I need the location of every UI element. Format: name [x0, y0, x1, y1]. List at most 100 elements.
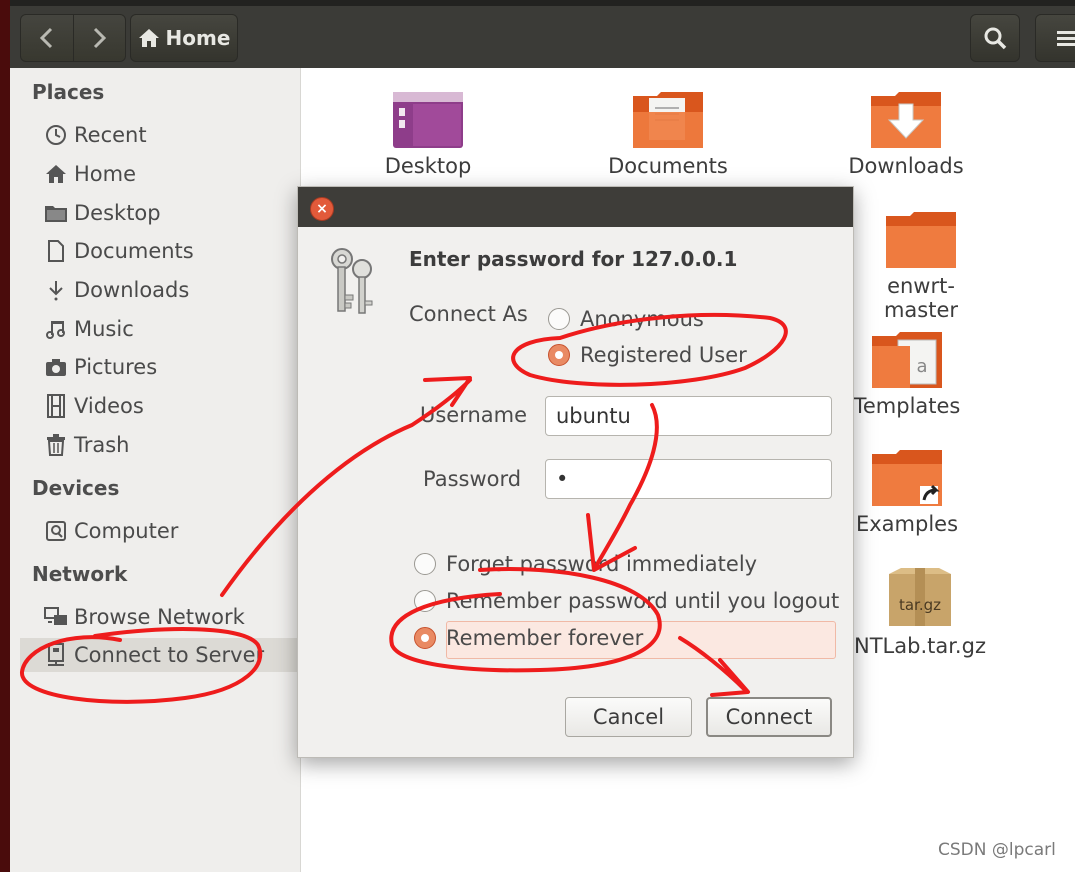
radio-remember-forever[interactable]: Remember forever [414, 626, 643, 650]
desktop-folder-icon [393, 92, 463, 148]
navigation-buttons [20, 14, 126, 62]
search-button[interactable] [970, 14, 1020, 62]
film-icon [44, 394, 68, 418]
username-value: ubuntu [556, 404, 631, 428]
search-icon [984, 27, 1007, 50]
window-frame-top [10, 0, 1075, 6]
radio-indicator [548, 344, 570, 366]
keys-icon [331, 248, 373, 314]
dialog-heading: Enter password for 127.0.0.1 [409, 247, 738, 271]
connect-as-label: Connect As [409, 302, 528, 326]
back-button[interactable] [21, 15, 73, 61]
sidebar-item-computer[interactable]: Computer [44, 514, 178, 548]
file-name: Desktop [384, 154, 472, 178]
sidebar-item-music[interactable]: Music [44, 312, 134, 346]
file-item-downloads[interactable]: Downloads [841, 90, 971, 178]
sidebar-item-trash[interactable]: Trash [44, 428, 130, 462]
file-name: Examples [855, 512, 959, 536]
sidebar-item-documents[interactable]: Documents [44, 234, 194, 268]
file-item-templates[interactable]: a Templates [849, 330, 965, 418]
file-item-desktop[interactable]: Desktop [366, 90, 490, 178]
computer-drive-icon [44, 519, 68, 543]
radio-label: Registered User [580, 343, 747, 367]
file-name: Downloads [848, 154, 964, 178]
music-note-icon [44, 317, 68, 341]
folder-icon [44, 201, 68, 225]
location-label: Home [165, 26, 231, 50]
file-name: enwrt-master [883, 274, 959, 322]
chevron-right-icon [94, 27, 107, 49]
menu-button[interactable] [1035, 14, 1075, 62]
sidebar-item-label: Pictures [74, 355, 158, 379]
sidebar-item-label: Browse Network [74, 605, 245, 629]
sidebar-item-home[interactable]: Home [44, 157, 136, 191]
sidebar-item-label: Documents [74, 239, 194, 263]
download-arrow-icon [44, 278, 68, 302]
cancel-button[interactable]: Cancel [565, 697, 692, 737]
watermark: CSDN @lpcarl [938, 840, 1056, 860]
password-field[interactable]: • [545, 459, 832, 499]
sidebar-section-devices: Devices [32, 476, 120, 500]
server-icon [44, 643, 68, 667]
radio-label: Anonymous [580, 307, 704, 331]
close-button[interactable]: × [310, 197, 334, 221]
document-icon [44, 239, 68, 263]
home-icon [138, 29, 159, 47]
sidebar-item-label: Videos [74, 394, 144, 418]
radio-label: Remember password until you logout [446, 589, 840, 613]
sidebar-item-label: Downloads [74, 278, 190, 302]
radio-registered-user[interactable]: Registered User [548, 343, 747, 367]
password-dialog: × Enter password for 127.0.0.1 Connect A… [297, 186, 854, 758]
radio-indicator [414, 627, 436, 649]
radio-indicator [548, 308, 570, 330]
chevron-left-icon [39, 27, 52, 49]
radio-anonymous[interactable]: Anonymous [548, 307, 704, 331]
radio-remember-until-logout[interactable]: Remember password until you logout [414, 589, 839, 613]
file-item-examples[interactable]: Examples [849, 448, 965, 536]
network-icon [44, 605, 68, 629]
username-field[interactable]: ubuntu [545, 396, 832, 436]
sidebar-item-label: Trash [74, 433, 130, 457]
sidebar-item-label: Desktop [74, 201, 161, 225]
file-name: Documents [608, 154, 728, 178]
hamburger-menu-icon [1057, 31, 1075, 46]
connect-button[interactable]: Connect [706, 697, 832, 737]
password-value: • [556, 467, 569, 491]
sidebar-item-videos[interactable]: Videos [44, 389, 144, 423]
sidebar-item-browse-network[interactable]: Browse Network [44, 600, 245, 634]
camera-icon [44, 355, 68, 379]
sidebar-section-places: Places [32, 80, 105, 104]
sidebar-item-desktop[interactable]: Desktop [44, 196, 161, 230]
sidebar: Places Recent Home Desktop Documents Dow… [10, 68, 319, 872]
svg-text:a: a [916, 356, 927, 377]
sidebar-section-network: Network [32, 562, 128, 586]
file-name: Templates [853, 394, 961, 418]
file-item-documents[interactable]: Documents [601, 90, 735, 178]
radio-indicator [414, 553, 436, 575]
file-item-ntlab-archive[interactable]: tar.gz NTLab.tar.gz [847, 566, 993, 658]
sidebar-item-connect-to-server[interactable]: Connect to Server [20, 638, 319, 672]
radio-label: Forget password immediately [446, 552, 758, 576]
clock-icon [44, 123, 68, 147]
archive-badge: tar.gz [899, 596, 941, 614]
radio-forget-password[interactable]: Forget password immediately [414, 552, 757, 576]
sidebar-item-label: Home [74, 162, 137, 186]
dialog-titlebar: × [298, 187, 853, 227]
file-item-enwrt-master[interactable]: enwrt-master [851, 210, 991, 322]
forward-button[interactable] [72, 15, 126, 61]
home-icon [44, 162, 68, 186]
archive-icon: tar.gz [889, 568, 951, 626]
header-bar: Home [10, 0, 1075, 68]
file-name: NTLab.tar.gz [854, 634, 986, 658]
trash-icon [44, 433, 68, 457]
username-label: Username [420, 403, 528, 427]
folder-icon [886, 212, 956, 268]
sidebar-item-label: Recent [74, 123, 147, 147]
sidebar-item-recent[interactable]: Recent [44, 118, 147, 152]
radio-indicator [414, 590, 436, 612]
sidebar-item-label: Computer [74, 519, 179, 543]
window-edge [0, 0, 10, 872]
location-home-button[interactable]: Home [130, 14, 238, 62]
sidebar-item-pictures[interactable]: Pictures [44, 350, 157, 384]
sidebar-item-downloads[interactable]: Downloads [44, 273, 189, 307]
